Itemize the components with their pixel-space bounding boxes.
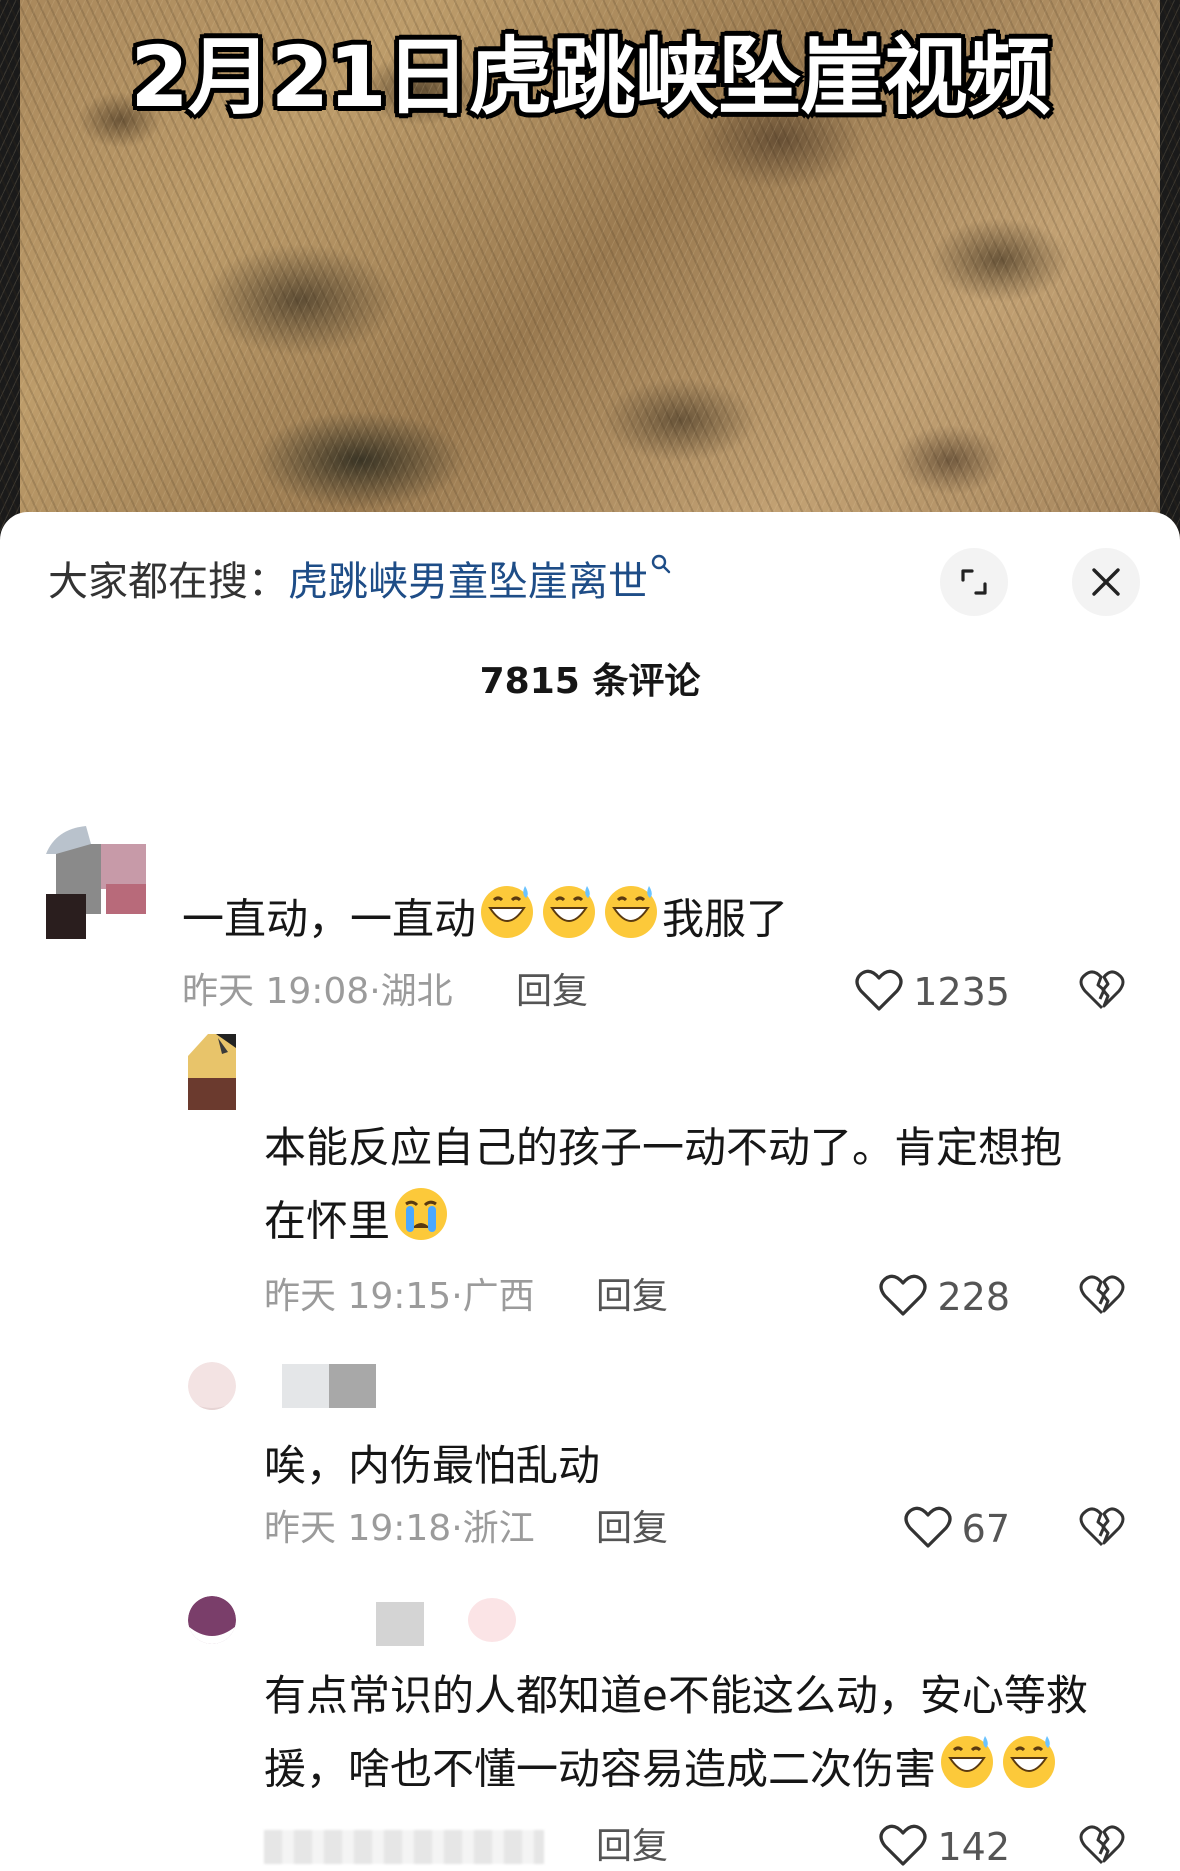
avatar[interactable] xyxy=(188,1362,236,1410)
heart-icon xyxy=(879,1273,928,1321)
dislike-button[interactable] xyxy=(1078,1504,1126,1554)
comment-body-line2-text: 援，啥也不懂一动容易造成二次伤害 xyxy=(264,1744,937,1794)
comment-time: 昨天 19:08 xyxy=(182,971,370,1012)
like-count: 1235 xyxy=(913,970,1010,1014)
like-count: 67 xyxy=(961,1507,1010,1551)
like-count: 228 xyxy=(937,1275,1010,1319)
avatar[interactable] xyxy=(188,1596,236,1644)
comment-time: 昨天 19:18 xyxy=(264,1508,452,1549)
comment-text: 本能反应自己的孩子一动不动了。肯定想抱 在怀里 xyxy=(264,1112,1062,1264)
meta-separator: · xyxy=(369,971,381,1012)
heart-icon xyxy=(855,968,903,1016)
reply-button[interactable]: 回复 xyxy=(596,1822,668,1871)
username-redacted xyxy=(376,1602,424,1646)
dislike-button[interactable] xyxy=(1078,1272,1126,1322)
comment-meta: 昨天 19:15·广西 xyxy=(264,1272,535,1322)
video-player[interactable]: 2月21日虎跳峡坠崖视频 xyxy=(0,0,1180,540)
close-icon xyxy=(1089,565,1123,599)
grinning-sweat-emoji xyxy=(602,882,660,962)
grinning-sweat-emoji xyxy=(478,882,536,962)
like-count: 142 xyxy=(937,1825,1010,1869)
expand-icon xyxy=(957,565,991,599)
comment-body-suffix: 我服了 xyxy=(662,894,789,944)
comment-body-line2-text: 在怀里 xyxy=(264,1196,391,1246)
comment-text: 一直动，一直动 我服了 xyxy=(182,882,788,962)
comment-body: 唉，内伤最怕乱动 xyxy=(264,1441,601,1490)
trending-search-term[interactable]: 虎跳峡男童坠崖离世 xyxy=(288,559,648,605)
reply-button[interactable]: 回复 xyxy=(516,967,588,1017)
broken-heart-icon xyxy=(1079,1274,1125,1320)
video-title: 2月21日虎跳峡坠崖视频 xyxy=(130,28,1050,126)
comment-body-line2: 援，啥也不懂一动容易造成二次伤害 xyxy=(264,1732,1088,1812)
expand-button[interactable] xyxy=(940,548,1008,616)
heart-icon xyxy=(904,1505,952,1553)
meta-redacted xyxy=(264,1830,544,1864)
comment-body-line1: 本能反应自己的孩子一动不动了。肯定想抱 xyxy=(264,1123,1063,1172)
dislike-button[interactable] xyxy=(1078,967,1126,1017)
comment-count: 7815 条评论 xyxy=(479,661,701,702)
dislike-button[interactable] xyxy=(1078,1822,1126,1871)
trending-search-row[interactable]: 大家都在搜：虎跳峡男童坠崖离世 xyxy=(48,552,672,612)
grinning-sweat-emoji xyxy=(540,882,598,962)
heart-icon xyxy=(879,1823,928,1871)
comment-time: 昨天 19:15 xyxy=(264,1276,452,1317)
meta-separator: · xyxy=(451,1508,463,1549)
page: 2月21日虎跳峡坠崖视频 大家都在搜：虎跳峡男童坠崖离世 7815 条评论 一直… xyxy=(0,0,1180,1871)
comment-sheet: 大家都在搜：虎跳峡男童坠崖离世 7815 条评论 一直动，一直动 我服了 昨天 … xyxy=(0,512,1180,1871)
comment-location: 湖北 xyxy=(380,971,453,1012)
comment-body: 一直动，一直动 xyxy=(182,894,477,944)
close-button[interactable] xyxy=(1072,548,1140,616)
reply-button[interactable]: 回复 xyxy=(596,1272,668,1322)
like-button[interactable]: 228 xyxy=(879,1272,1010,1322)
comment-text: 有点常识的人都知道e不能这么动，安心等救 援，啥也不懂一动容易造成二次伤害 xyxy=(264,1660,1088,1812)
grinning-sweat-emoji xyxy=(1000,1732,1058,1812)
like-button[interactable]: 1235 xyxy=(855,967,1010,1017)
crying-emoji xyxy=(392,1184,450,1264)
grinning-sweat-emoji xyxy=(938,1732,996,1812)
meta-separator: · xyxy=(451,1276,463,1317)
comment-location: 浙江 xyxy=(462,1508,535,1549)
comment-meta: 昨天 19:18·浙江 xyxy=(264,1504,535,1554)
comment-meta: 昨天 19:08·湖北 xyxy=(182,967,453,1017)
like-button[interactable]: 142 xyxy=(879,1822,1010,1871)
comment-body-line2: 在怀里 xyxy=(264,1184,1062,1264)
avatar[interactable] xyxy=(46,824,156,939)
broken-heart-icon xyxy=(1079,1824,1125,1870)
username-redacted xyxy=(282,1364,376,1408)
username-redacted xyxy=(468,1598,516,1642)
like-button[interactable]: 67 xyxy=(904,1504,1010,1554)
comment-body-line1: 有点常识的人都知道e不能这么动，安心等救 xyxy=(264,1671,1088,1720)
trending-search-prefix: 大家都在搜： xyxy=(48,559,288,605)
avatar[interactable] xyxy=(188,1034,236,1110)
broken-heart-icon xyxy=(1079,969,1125,1015)
magnifier-icon xyxy=(650,552,672,582)
broken-heart-icon xyxy=(1079,1506,1125,1552)
comment-location: 广西 xyxy=(462,1276,535,1317)
comment-text: 唉，内伤最怕乱动 xyxy=(264,1430,600,1502)
reply-button[interactable]: 回复 xyxy=(596,1504,668,1554)
